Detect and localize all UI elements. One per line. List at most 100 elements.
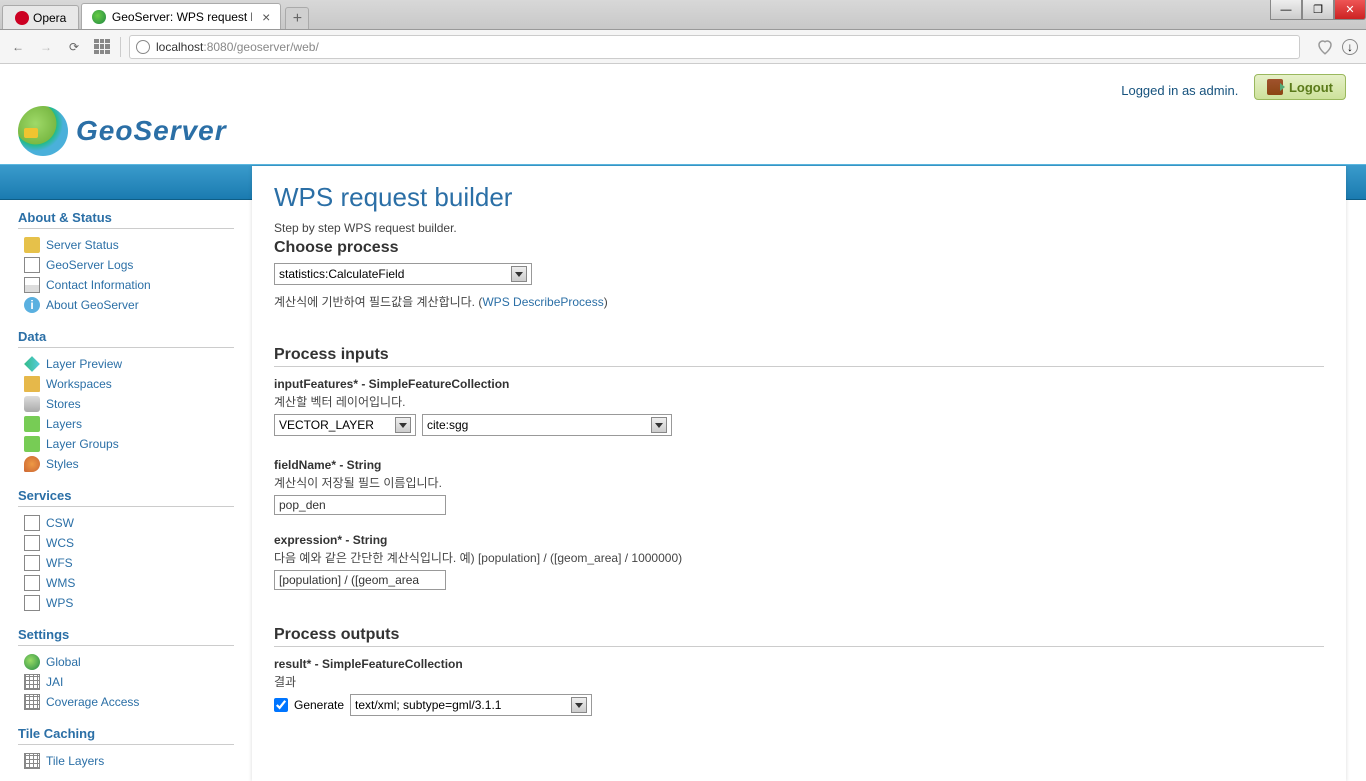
window-minimize-button[interactable]: — [1270, 0, 1302, 20]
field-name-input[interactable]: pop_den [274, 495, 446, 515]
chevron-down-icon [395, 417, 411, 433]
sidebar-item-layer-preview[interactable]: Layer Preview [18, 354, 234, 374]
chevron-down-icon [571, 697, 587, 713]
bookmark-heart-icon[interactable] [1316, 38, 1334, 56]
chevron-down-icon [511, 266, 527, 282]
sidebar-item-server-status[interactable]: Server Status [18, 235, 234, 255]
sidebar-item-jai[interactable]: JAI [18, 672, 234, 692]
process-select-value: statistics:CalculateField [279, 267, 404, 281]
expression-input[interactable]: [population] / ([geom_area [274, 570, 446, 590]
top-bar: Logged in as admin. Logout [0, 64, 1366, 106]
describe-process-link[interactable]: WPS DescribeProcess [482, 295, 603, 309]
tab-opera-label: Opera [33, 11, 66, 25]
process-outputs-heading: Process outputs [274, 626, 1324, 647]
info-icon: i [24, 297, 40, 313]
geoserver-page: Logged in as admin. Logout GeoServer Abo… [0, 64, 1366, 781]
url-text: localhost:8080/geoserver/web/ [156, 40, 319, 54]
sidebar-heading-tile-caching: Tile Caching [18, 726, 234, 745]
sidebar-item-wcs[interactable]: WCS [18, 533, 234, 553]
nav-back-button[interactable]: ← [8, 37, 28, 57]
file-icon [24, 257, 40, 273]
sidebar-item-tile-layers[interactable]: Tile Layers [18, 751, 234, 771]
result-label: result* - SimpleFeatureCollection [274, 657, 1324, 671]
tab-active-title: GeoServer: WPS request b [112, 10, 252, 24]
wps-icon [24, 595, 40, 611]
sidebar-item-about[interactable]: iAbout GeoServer [18, 295, 234, 315]
sidebar: About & Status Server Status GeoServer L… [0, 164, 252, 781]
sidebar-heading-services: Services [18, 488, 234, 507]
sidebar-item-csw[interactable]: CSW [18, 513, 234, 533]
logout-label: Logout [1289, 80, 1333, 95]
sidebar-item-stores[interactable]: Stores [18, 394, 234, 414]
nav-forward-button[interactable]: → [36, 37, 56, 57]
palette-icon [24, 456, 40, 472]
sidebar-item-coverage-access[interactable]: Coverage Access [18, 692, 234, 712]
tab-new-button[interactable]: + [285, 7, 309, 29]
layers-icon [24, 416, 40, 432]
layer-preview-icon [24, 356, 40, 372]
folder-icon [24, 376, 40, 392]
generate-checkbox[interactable] [274, 698, 288, 712]
status-icon [24, 237, 40, 253]
wfs-icon [24, 555, 40, 571]
db-icon [24, 396, 40, 412]
geoserver-favicon-icon [92, 10, 106, 24]
field-name-label: fieldName* - String [274, 458, 1324, 472]
window-maximize-button[interactable]: ❐ [1302, 0, 1334, 20]
logout-icon [1267, 79, 1283, 95]
expression-desc: 다음 예와 같은 간단한 계산식입니다. 예) [population] / (… [274, 549, 1324, 566]
brand-title: GeoServer [76, 115, 227, 147]
browser-nav-bar: ← → ⟳ localhost:8080/geoserver/web/ ↓ [0, 30, 1366, 64]
main-panel: WPS request builder Step by step WPS req… [252, 166, 1346, 781]
window-close-button[interactable]: ✕ [1334, 0, 1366, 20]
choose-process-heading: Choose process [274, 239, 1324, 257]
sidebar-item-wms[interactable]: WMS [18, 573, 234, 593]
login-status: Logged in as admin. [1121, 83, 1238, 98]
page-subtitle: Step by step WPS request builder. [274, 221, 1324, 235]
wms-icon [24, 575, 40, 591]
expression-label: expression* - String [274, 533, 1324, 547]
sidebar-heading-data: Data [18, 329, 234, 348]
address-bar[interactable]: localhost:8080/geoserver/web/ [129, 35, 1300, 59]
input-type-select[interactable]: VECTOR_LAYER [274, 414, 416, 436]
speed-dial-button[interactable] [92, 37, 112, 57]
sidebar-item-contact[interactable]: Contact Information [18, 275, 234, 295]
logout-button[interactable]: Logout [1254, 74, 1346, 100]
chevron-down-icon [651, 417, 667, 433]
logo-row: GeoServer [0, 106, 1366, 164]
process-select[interactable]: statistics:CalculateField [274, 263, 532, 285]
sidebar-heading-about: About & Status [18, 210, 234, 229]
opera-icon [15, 11, 29, 25]
input-layer-select[interactable]: cite:sgg [422, 414, 672, 436]
geoserver-logo-link[interactable]: GeoServer [18, 106, 227, 156]
tab-close-icon[interactable]: × [262, 9, 270, 25]
sidebar-item-wps[interactable]: WPS [18, 593, 234, 613]
sidebar-heading-settings: Settings [18, 627, 234, 646]
globe-icon [136, 40, 150, 54]
output-format-select[interactable]: text/xml; subtype=gml/3.1.1 [350, 694, 592, 716]
sidebar-item-layer-groups[interactable]: Layer Groups [18, 434, 234, 454]
coverage-icon [24, 694, 40, 710]
downloads-icon[interactable]: ↓ [1342, 39, 1358, 55]
tab-opera[interactable]: Opera [2, 5, 79, 29]
sidebar-item-wfs[interactable]: WFS [18, 553, 234, 573]
sidebar-item-geoserver-logs[interactable]: GeoServer Logs [18, 255, 234, 275]
tab-active[interactable]: GeoServer: WPS request b × [81, 3, 281, 29]
result-desc: 결과 [274, 673, 1324, 690]
sidebar-item-global[interactable]: Global [18, 652, 234, 672]
generate-label: Generate [294, 698, 344, 712]
sidebar-item-styles[interactable]: Styles [18, 454, 234, 474]
sidebar-item-layers[interactable]: Layers [18, 414, 234, 434]
geoserver-globe-icon [18, 106, 68, 156]
contact-icon [24, 277, 40, 293]
jai-icon [24, 674, 40, 690]
nav-reload-button[interactable]: ⟳ [64, 37, 84, 57]
tile-layers-icon [24, 753, 40, 769]
process-description: 계산식에 기반하여 필드값을 계산합니다. (WPS DescribeProce… [274, 293, 1324, 310]
sidebar-item-workspaces[interactable]: Workspaces [18, 374, 234, 394]
field-name-desc: 계산식이 저장될 필드 이름입니다. [274, 474, 1324, 491]
csw-icon [24, 515, 40, 531]
input-features-desc: 계산할 벡터 레이어입니다. [274, 393, 1324, 410]
input-features-label: inputFeatures* - SimpleFeatureCollection [274, 377, 1324, 391]
window-controls: — ❐ ✕ [1270, 0, 1366, 20]
